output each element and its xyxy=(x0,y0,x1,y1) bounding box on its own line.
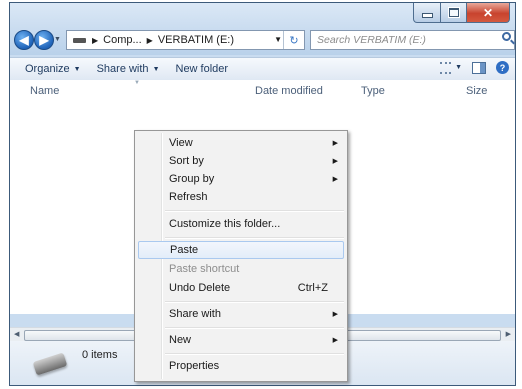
share-with-menu[interactable]: Share with ▼ xyxy=(91,63,166,75)
menu-item-label: Properties xyxy=(169,360,220,372)
maximize-icon xyxy=(448,8,459,17)
help-icon[interactable]: ? xyxy=(496,61,509,74)
menu-item-group-by[interactable]: Group by ▶ xyxy=(138,170,344,188)
address-dropdown-icon[interactable]: ▼ xyxy=(274,35,282,44)
new-folder-button[interactable]: New folder xyxy=(170,63,235,75)
chevron-right-icon[interactable]: ▶ xyxy=(92,36,98,45)
drive-icon xyxy=(32,352,68,376)
maximize-button[interactable] xyxy=(441,3,467,23)
back-arrow-icon: ◀ xyxy=(19,33,29,47)
menu-item-label: Sort by xyxy=(169,155,204,167)
back-button[interactable]: ◀ xyxy=(14,30,34,50)
close-icon: ✕ xyxy=(482,5,494,20)
menu-item-label: View xyxy=(169,137,193,149)
shortcut-label: Ctrl+Z xyxy=(297,282,328,294)
menu-item-label: New xyxy=(169,334,192,346)
menu-item-label: Share with xyxy=(169,308,221,320)
menu-item-label: Paste shortcut xyxy=(169,263,240,275)
minimize-icon xyxy=(421,13,433,18)
menu-separator xyxy=(165,210,344,212)
column-date-modified[interactable]: Date modified xyxy=(255,85,323,97)
menu-item-share-with[interactable]: Share with ▶ xyxy=(138,305,344,323)
menu-item-refresh[interactable]: Refresh xyxy=(138,188,344,206)
refresh-icon[interactable]: ↻ xyxy=(283,31,304,49)
submenu-arrow-icon: ▶ xyxy=(332,311,338,318)
column-size[interactable]: Size xyxy=(466,85,487,97)
organize-menu[interactable]: Organize ▼ xyxy=(19,63,87,75)
recent-pages-dropdown[interactable]: ▼ xyxy=(54,36,61,43)
submenu-arrow-icon: ▶ xyxy=(332,176,338,183)
menu-item-label: Undo Delete xyxy=(169,282,231,294)
menu-item-paste-shortcut: Paste shortcut xyxy=(138,260,344,278)
chevron-down-icon[interactable]: ▼ xyxy=(455,64,462,71)
menu-item-view[interactable]: View ▶ xyxy=(138,134,344,152)
search-input[interactable]: Search VERBATIM (E:) xyxy=(310,30,515,50)
minimize-button[interactable] xyxy=(413,3,441,23)
submenu-arrow-icon: ▶ xyxy=(332,337,338,344)
menu-item-label: Customize this folder... xyxy=(169,218,281,230)
forward-arrow-icon: ▶ xyxy=(39,33,49,47)
title-bar: ✕ ◀ ▶ ▼ ▶ Comp... ▶ VERBATIM (E:) ▼ ↻ Se… xyxy=(10,3,515,55)
menu-separator xyxy=(165,327,344,329)
submenu-arrow-icon: ▶ xyxy=(332,140,338,147)
menu-separator xyxy=(165,237,344,239)
caption-buttons: ✕ xyxy=(413,3,510,23)
scroll-left-icon[interactable]: ◀ xyxy=(14,330,19,338)
chevron-down-icon: ▼ xyxy=(73,65,81,73)
item-count: 0 items xyxy=(82,349,118,361)
breadcrumb-computer[interactable]: Comp... xyxy=(103,34,142,46)
organize-label: Organize xyxy=(25,63,70,75)
menu-item-customize[interactable]: Customize this folder... xyxy=(138,215,344,233)
navigation-row: ◀ ▶ ▼ ▶ Comp... ▶ VERBATIM (E:) ▼ ↻ Sear… xyxy=(10,27,515,53)
breadcrumb-drive[interactable]: VERBATIM (E:) xyxy=(158,34,234,46)
close-button[interactable]: ✕ xyxy=(467,3,510,23)
forward-button[interactable]: ▶ xyxy=(34,30,54,50)
menu-item-label: Refresh xyxy=(169,191,208,203)
sort-indicator-icon: ▼ xyxy=(134,80,140,86)
share-with-label: Share with xyxy=(96,63,149,75)
chevron-right-icon[interactable]: ▶ xyxy=(147,36,153,45)
menu-item-sort-by[interactable]: Sort by ▶ xyxy=(138,152,344,170)
menu-item-label: Group by xyxy=(169,173,215,185)
toolbar-right: ▼ ? xyxy=(440,61,509,74)
column-type[interactable]: Type xyxy=(361,85,385,97)
column-name[interactable]: Name xyxy=(30,85,59,97)
menu-separator xyxy=(165,301,344,303)
command-bar: Organize ▼ Share with ▼ New folder ▼ ? xyxy=(10,57,515,81)
menu-separator xyxy=(165,353,344,355)
address-bar[interactable]: ▶ Comp... ▶ VERBATIM (E:) ▼ ↻ xyxy=(66,30,305,50)
menu-item-undo-delete[interactable]: Undo Delete Ctrl+Z xyxy=(138,279,344,297)
change-view-icon[interactable] xyxy=(440,61,452,74)
search-placeholder: Search VERBATIM (E:) xyxy=(317,34,426,46)
menu-item-paste[interactable]: Paste xyxy=(138,241,344,259)
column-headers: Name ▼ Date modified Type Size xyxy=(10,80,515,100)
menu-item-properties[interactable]: Properties xyxy=(138,357,344,375)
context-menu: View ▶ Sort by ▶ Group by ▶ Refresh Cust… xyxy=(134,130,348,382)
menu-item-new[interactable]: New ▶ xyxy=(138,331,344,349)
chevron-down-icon: ▼ xyxy=(152,65,160,73)
preview-pane-icon[interactable] xyxy=(472,61,486,74)
menu-item-label: Paste xyxy=(170,244,199,256)
new-folder-label: New folder xyxy=(175,63,229,75)
drive-icon xyxy=(73,37,86,43)
submenu-arrow-icon: ▶ xyxy=(332,158,338,165)
search-icon[interactable] xyxy=(502,32,511,41)
scroll-right-icon[interactable]: ▶ xyxy=(506,330,511,338)
